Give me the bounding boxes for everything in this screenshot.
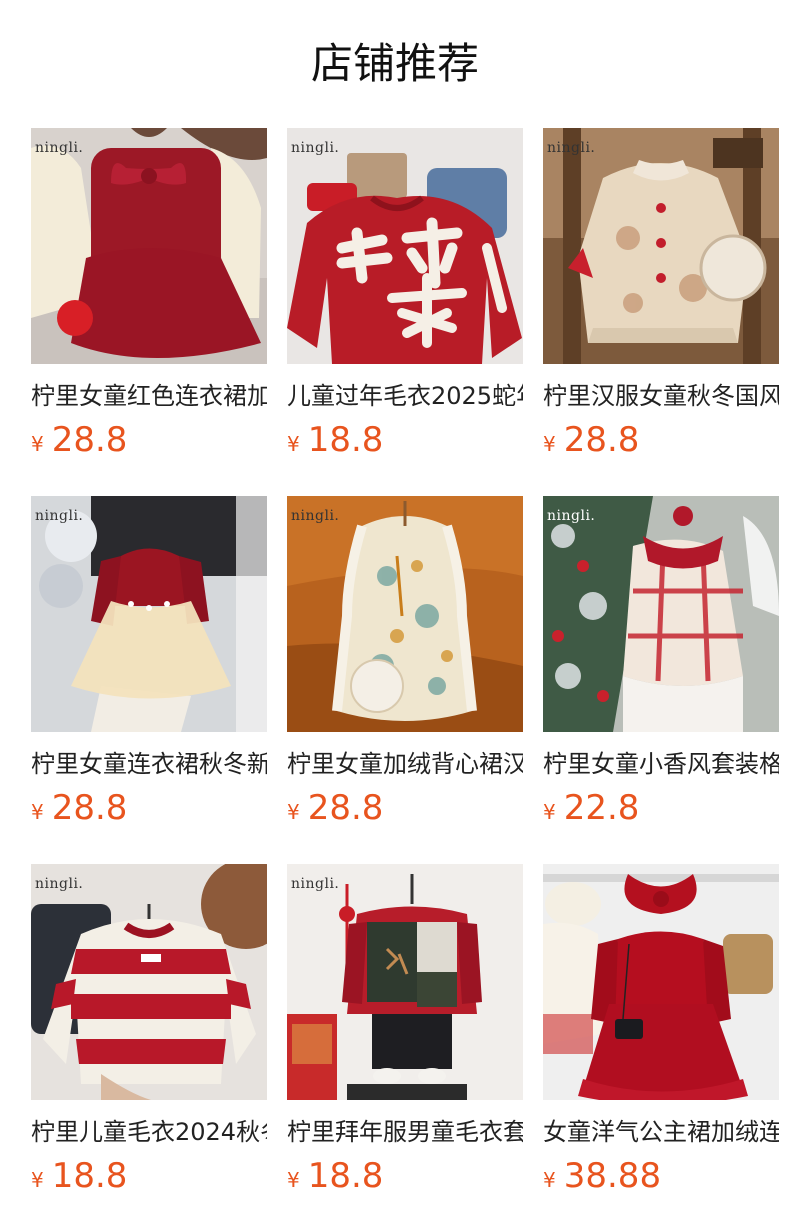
- price-value: 18.8: [307, 420, 384, 460]
- product-price: ¥28.8: [543, 420, 779, 460]
- product-price: ¥28.8: [31, 420, 267, 460]
- currency-symbol: ¥: [31, 800, 44, 824]
- product-card[interactable]: ningli. 儿童过年毛衣2025蛇年红色针织 ¥18.8: [287, 128, 523, 496]
- product-card[interactable]: ningli. 柠里女童红色连衣裙加绒公主裙 ¥28.8: [31, 128, 267, 496]
- product-card[interactable]: 女童洋气公主裙加绒连衣裙红色 ¥38.88: [543, 864, 779, 1232]
- product-image[interactable]: ningli.: [287, 496, 523, 732]
- product-name[interactable]: 儿童过年毛衣2025蛇年红色针织: [287, 380, 523, 412]
- product-card[interactable]: ningli. 柠里女童加绒背心裙汉服马甲 ¥28.8: [287, 496, 523, 864]
- product-image[interactable]: ningli.: [31, 128, 267, 364]
- product-card[interactable]: ningli. 柠里拜年服男童毛衣套装加绒 ¥18.8: [287, 864, 523, 1232]
- product-price: ¥38.88: [543, 1156, 779, 1196]
- price-value: 28.8: [51, 788, 128, 828]
- product-price: ¥28.8: [31, 788, 267, 828]
- currency-symbol: ¥: [543, 1168, 556, 1192]
- brand-watermark: ningli.: [291, 140, 340, 156]
- product-name[interactable]: 柠里汉服女童秋冬国风加绒外套: [543, 380, 779, 412]
- product-name[interactable]: 柠里女童连衣裙秋冬新款公主裙: [31, 748, 267, 780]
- currency-symbol: ¥: [287, 800, 300, 824]
- brand-watermark: ningli.: [35, 140, 84, 156]
- product-price: ¥18.8: [287, 420, 523, 460]
- product-card[interactable]: ningli. 柠里儿童毛衣2024秋冬新款条纹 ¥18.8: [31, 864, 267, 1232]
- price-value: 38.88: [563, 1156, 662, 1196]
- price-value: 28.8: [307, 788, 384, 828]
- product-image[interactable]: [543, 864, 779, 1100]
- brand-watermark: ningli.: [35, 876, 84, 892]
- product-grid: ningli. 柠里女童红色连衣裙加绒公主裙 ¥28.8: [31, 128, 779, 1232]
- product-name[interactable]: 女童洋气公主裙加绒连衣裙红色: [543, 1116, 779, 1148]
- price-value: 28.8: [51, 420, 128, 460]
- product-price: ¥18.8: [31, 1156, 267, 1196]
- product-price: ¥28.8: [287, 788, 523, 828]
- price-value: 28.8: [563, 420, 640, 460]
- currency-symbol: ¥: [543, 432, 556, 456]
- product-card[interactable]: ningli. 柠里汉服女童秋冬国风加绒外套 ¥28.8: [543, 128, 779, 496]
- product-price: ¥22.8: [543, 788, 779, 828]
- product-card[interactable]: ningli. 柠里女童小香风套装格子外套 ¥22.8: [543, 496, 779, 864]
- product-name[interactable]: 柠里女童小香风套装格子外套: [543, 748, 779, 780]
- currency-symbol: ¥: [543, 800, 556, 824]
- brand-watermark: ningli.: [291, 876, 340, 892]
- product-name[interactable]: 柠里拜年服男童毛衣套装加绒: [287, 1116, 523, 1148]
- currency-symbol: ¥: [31, 1168, 44, 1192]
- product-price: ¥18.8: [287, 1156, 523, 1196]
- brand-watermark: ningli.: [547, 508, 596, 524]
- brand-watermark: ningli.: [35, 508, 84, 524]
- brand-watermark: ningli.: [291, 508, 340, 524]
- product-card[interactable]: ningli. 柠里女童连衣裙秋冬新款公主裙 ¥28.8: [31, 496, 267, 864]
- product-image[interactable]: ningli.: [31, 496, 267, 732]
- price-value: 22.8: [563, 788, 640, 828]
- product-name[interactable]: 柠里女童加绒背心裙汉服马甲: [287, 748, 523, 780]
- product-name[interactable]: 柠里儿童毛衣2024秋冬新款条纹: [31, 1116, 267, 1148]
- brand-watermark: ningli.: [547, 140, 596, 156]
- currency-symbol: ¥: [287, 432, 300, 456]
- product-image[interactable]: ningli.: [287, 128, 523, 364]
- product-image[interactable]: ningli.: [543, 128, 779, 364]
- product-image[interactable]: ningli.: [31, 864, 267, 1100]
- currency-symbol: ¥: [287, 1168, 300, 1192]
- product-name[interactable]: 柠里女童红色连衣裙加绒公主裙: [31, 380, 267, 412]
- price-value: 18.8: [307, 1156, 384, 1196]
- product-image[interactable]: ningli.: [543, 496, 779, 732]
- product-image[interactable]: ningli.: [287, 864, 523, 1100]
- currency-symbol: ¥: [31, 432, 44, 456]
- store-recommendation-page: 店铺推荐 ningli. 柠里女童红色连衣裙加 ¥ 28.8 ningli. 儿…: [0, 0, 790, 1232]
- page-title: 店铺推荐: [310, 39, 479, 88]
- price-value: 18.8: [51, 1156, 128, 1196]
